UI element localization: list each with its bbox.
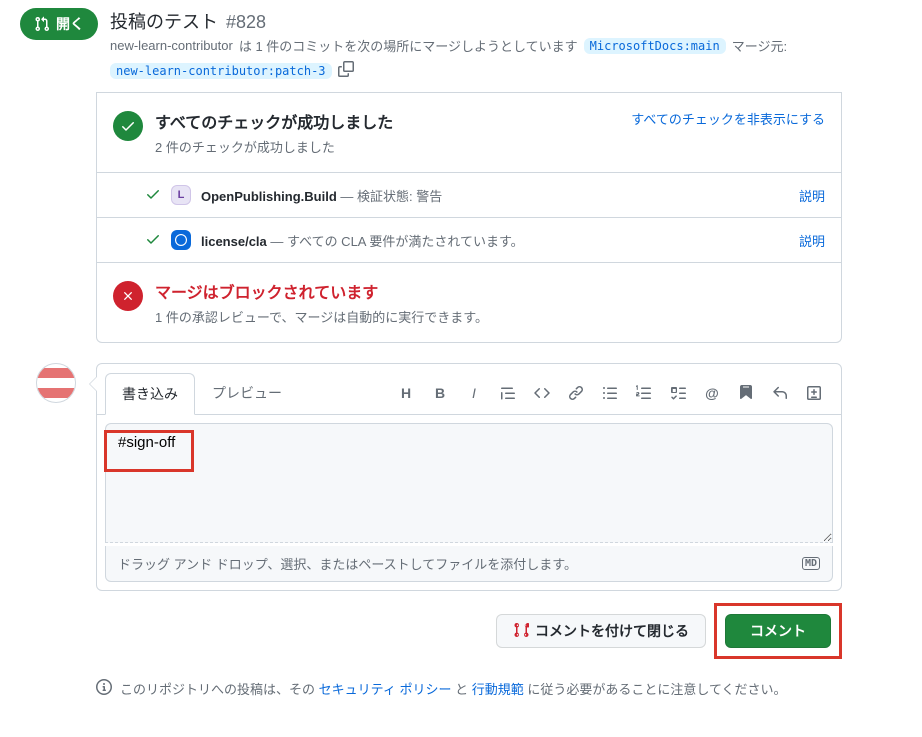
- quote-icon[interactable]: [493, 378, 523, 408]
- pr-title: 投稿のテスト: [110, 8, 218, 34]
- check-desc: — すべての CLA 要件が満たされています。: [267, 234, 524, 249]
- security-policy-link[interactable]: セキュリティ ポリシー: [319, 682, 452, 697]
- check-item: L OpenPublishing.Build — 検証状態: 警告 説明: [97, 172, 841, 217]
- merge-from-label: マージ元:: [732, 36, 787, 55]
- link-icon[interactable]: [561, 378, 591, 408]
- attach-hint[interactable]: ドラッグ アンド ドロップ、選択、またはペーストしてファイルを添付します。 MD: [105, 546, 833, 582]
- info-icon: [96, 679, 112, 698]
- hide-checks-link[interactable]: すべてのチェックを非表示にする: [631, 109, 825, 156]
- mention-icon[interactable]: @: [697, 378, 727, 408]
- tab-preview[interactable]: プレビュー: [195, 372, 299, 414]
- base-branch-label[interactable]: MicrosoftDocs:main: [584, 38, 726, 54]
- comment-button[interactable]: コメント: [725, 614, 831, 648]
- code-of-conduct-link[interactable]: 行動規範: [472, 682, 524, 697]
- check-item: license/cla — すべての CLA 要件が満たされています。 説明: [97, 217, 841, 262]
- app-icon: L: [171, 185, 191, 205]
- reference-icon[interactable]: [731, 378, 761, 408]
- pr-state-text: 開く: [56, 14, 84, 34]
- check-detail-link[interactable]: 説明: [799, 186, 825, 205]
- checkmark-icon: [145, 231, 161, 250]
- comment-textarea[interactable]: [105, 423, 833, 543]
- check-name: license/cla: [201, 234, 267, 249]
- diff-icon[interactable]: [799, 378, 829, 408]
- app-icon: [171, 230, 191, 250]
- pr-number: #828: [226, 12, 266, 33]
- copy-icon[interactable]: [338, 61, 354, 80]
- comment-form: 書き込み プレビュー H B I @: [96, 363, 842, 591]
- checks-success-sub: 2 件のチェックが成功しました: [155, 137, 619, 156]
- check-detail-link[interactable]: 説明: [799, 231, 825, 250]
- checks-success-title: すべてのチェックが成功しました: [155, 109, 619, 133]
- head-branch-label[interactable]: new-learn-contributor:patch-3: [110, 63, 332, 79]
- check-name: OpenPublishing.Build: [201, 189, 337, 204]
- checkmark-icon: [145, 186, 161, 205]
- check-blocked-icon: [113, 281, 143, 311]
- reply-icon[interactable]: [765, 378, 795, 408]
- checks-panel: すべてのチェックが成功しました 2 件のチェックが成功しました すべてのチェック…: [96, 92, 842, 343]
- unordered-list-icon[interactable]: [595, 378, 625, 408]
- markdown-icon[interactable]: MD: [802, 557, 820, 570]
- close-with-comment-button[interactable]: コメントを付けて閉じる: [496, 614, 706, 648]
- avatar[interactable]: [36, 363, 76, 403]
- md-toolbar: H B I @: [391, 378, 833, 408]
- pr-merge-text: は 1 件のコミットを次の場所にマージしようとしています: [239, 36, 578, 55]
- pr-header: 開く 投稿のテスト #828 new-learn-contributor は 1…: [0, 0, 922, 92]
- check-success-icon: [113, 111, 143, 141]
- check-desc: — 検証状態: 警告: [337, 189, 442, 204]
- bold-icon[interactable]: B: [425, 378, 455, 408]
- tasklist-icon[interactable]: [663, 378, 693, 408]
- contribution-notice: このリポジトリへの投稿は、その セキュリティ ポリシー と 行動規範 に従う必要…: [96, 679, 842, 714]
- pr-state-badge: 開く: [20, 8, 98, 40]
- highlight-frame: コメント: [714, 603, 842, 659]
- italic-icon[interactable]: I: [459, 378, 489, 408]
- ordered-list-icon[interactable]: [629, 378, 659, 408]
- merge-blocked-sub: 1 件の承認レビューで、マージは自動的に実行できます。: [155, 307, 825, 326]
- closed-pr-icon: [513, 622, 529, 641]
- heading-icon[interactable]: H: [391, 378, 421, 408]
- pull-request-icon: [34, 16, 50, 32]
- code-icon[interactable]: [527, 378, 557, 408]
- tab-write[interactable]: 書き込み: [105, 373, 195, 415]
- merge-blocked-title: マージはブロックされています: [155, 279, 825, 303]
- pr-author[interactable]: new-learn-contributor: [110, 38, 233, 53]
